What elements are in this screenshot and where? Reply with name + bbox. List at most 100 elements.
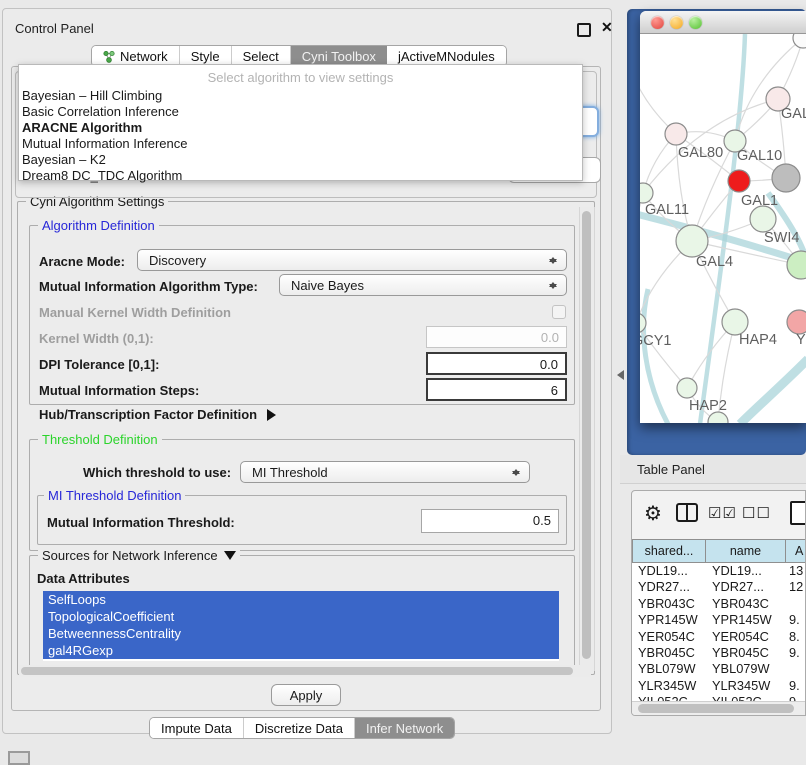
table-row[interactable]: YDL19...YDL19...13 [632,563,805,579]
menu-item[interactable]: Basic Correlation Inference [21,104,570,120]
network-svg: GALGAL80GAL10GAL11GAL1GAL4SWI4GCY1HAP4YH… [640,34,806,423]
tab-jactivemnodules[interactable]: jActiveMNodules [387,46,506,66]
which-threshold-select[interactable]: MI Threshold [240,461,530,483]
column-header[interactable]: name [706,539,786,563]
node-label: HAP4 [739,332,777,348]
network-node[interactable] [793,34,806,48]
network-canvas[interactable]: GALGAL80GAL10GAL11GAL1GAL4SWI4GCY1HAP4YH… [640,34,806,423]
mi-steps-label: Mutual Information Steps: [39,383,199,398]
menu-item[interactable]: Bayesian – Hill Climbing [21,88,570,104]
close-icon[interactable]: ✕ [601,19,613,36]
table-cell: YBR043C [632,596,706,612]
network-edge[interactable] [640,193,643,291]
table-cell: YER054C [706,629,786,645]
panel-splitter-handle[interactable] [612,370,624,380]
node-label: GAL1 [741,193,778,209]
tab-style[interactable]: Style [180,46,232,66]
scrollbar-thumb[interactable] [638,704,794,713]
aracne-mode-select[interactable]: Discovery [137,249,567,271]
selected-value: Discovery [149,253,206,268]
select-all-icon[interactable]: ☑☑ [708,504,737,522]
table-body: YDL19...YDL19...13YDR27...YDR27...12YBR0… [632,563,805,711]
table-panel-window: ⚙ ☑☑ ☐☐ shared... name A YDL19...YDL19..… [631,490,806,716]
settings-horizontal-scrollbar[interactable] [19,665,591,677]
column-header[interactable]: A [786,539,806,563]
table-cell: YDR27... [706,579,786,595]
collapsed-panel-icon[interactable] [8,751,30,765]
minimize-traffic-light-icon[interactable] [670,16,683,29]
mi-threshold-field[interactable]: 0.5 [421,509,559,533]
table-horizontal-scrollbar[interactable] [632,701,806,715]
float-window-icon[interactable] [577,23,591,37]
network-node[interactable] [787,310,806,334]
tab-label: Cyni Toolbox [302,49,376,64]
menu-item[interactable]: Bayesian – K2 [21,152,570,168]
network-node[interactable] [640,183,653,203]
table-row[interactable]: YDR27...YDR27...12 [632,579,805,595]
tab-select[interactable]: Select [232,46,291,66]
menu-item[interactable]: ARACNE Algorithm [21,120,570,136]
dpi-tolerance-field[interactable]: 0.0 [426,352,567,375]
split-panel-icon[interactable] [676,503,698,522]
tab-label: Infer Network [366,721,443,736]
table-cell: YBR045C [706,645,786,661]
table-row[interactable]: YLR345WYLR345W9. [632,678,805,694]
network-node[interactable] [665,123,687,145]
table-cell: 13 [786,563,806,579]
list-item[interactable]: BetweennessCentrality [43,625,559,642]
scrollbar-thumb[interactable] [21,667,573,675]
tab-impute-data[interactable]: Impute Data [150,718,244,738]
expand-arrow-icon [267,409,282,421]
table-row[interactable]: YPR145WYPR145W9. [632,612,805,628]
tab-discretize-data[interactable]: Discretize Data [244,718,355,738]
kernel-width-field[interactable]: 0.0 [426,326,567,348]
table-row[interactable]: YBR045CYBR045C9. [632,645,805,661]
mi-steps-field[interactable]: 6 [426,378,567,401]
table-cell [786,596,806,612]
panel-title: Control Panel [15,21,94,36]
tab-infer-network[interactable]: Infer Network [355,718,454,738]
network-window-titlebar[interactable] [640,11,806,34]
network-node[interactable] [677,378,697,398]
list-item[interactable]: gal4RGexp [43,642,559,659]
table-cell: 9. [786,645,806,661]
kernel-width-label: Kernel Width (0,1): [39,331,154,346]
settings-vertical-scrollbar[interactable] [579,207,595,671]
tab-cyni-toolbox[interactable]: Cyni Toolbox [291,46,387,66]
close-traffic-light-icon[interactable] [651,16,664,29]
spinner-arrows-icon [549,279,557,292]
gear-icon[interactable]: ⚙ [644,501,662,526]
table-header-row: shared... name A [632,539,806,563]
menu-item[interactable]: Dream8 DC_TDC Algorithm [21,168,570,184]
deselect-all-icon[interactable]: ☐☐ [742,504,771,522]
mi-algorithm-type-select[interactable]: Naive Bayes [279,274,567,296]
column-header[interactable]: shared... [632,539,706,563]
network-node[interactable] [750,206,776,232]
scrollbar-thumb[interactable] [582,211,591,659]
hub-definition-expander[interactable]: Hub/Transcription Factor Definition [39,407,282,422]
network-node[interactable] [772,164,800,192]
list-item[interactable]: SelfLoops [43,591,559,608]
menu-item[interactable]: Mutual Information Inference [21,136,570,152]
file-icon[interactable] [790,501,806,525]
table-cell: YER054C [632,629,706,645]
data-attributes-list: SelfLoops TopologicalCoefficient Between… [43,591,559,661]
network-node[interactable] [676,225,708,257]
table-cell: YDL19... [632,563,706,579]
table-row[interactable]: YBL079WYBL079W [632,661,805,677]
collapse-arrow-icon [224,551,236,566]
manual-kernel-checkbox[interactable] [552,305,566,319]
tab-network[interactable]: Network [92,46,180,66]
node-label: HAP2 [689,398,727,414]
network-edge[interactable] [644,289,668,423]
network-edge[interactable] [740,359,806,423]
apply-button[interactable]: Apply [271,684,341,706]
table-row[interactable]: YBR043CYBR043C [632,596,805,612]
table-row[interactable]: YER054CYER054C8. [632,629,805,645]
tab-label: Network [120,49,168,64]
list-item[interactable]: TopologicalCoefficient [43,608,559,625]
network-icon [103,50,115,63]
network-node[interactable] [728,170,750,192]
zoom-traffic-light-icon[interactable] [689,16,702,29]
network-edge[interactable] [640,61,676,134]
